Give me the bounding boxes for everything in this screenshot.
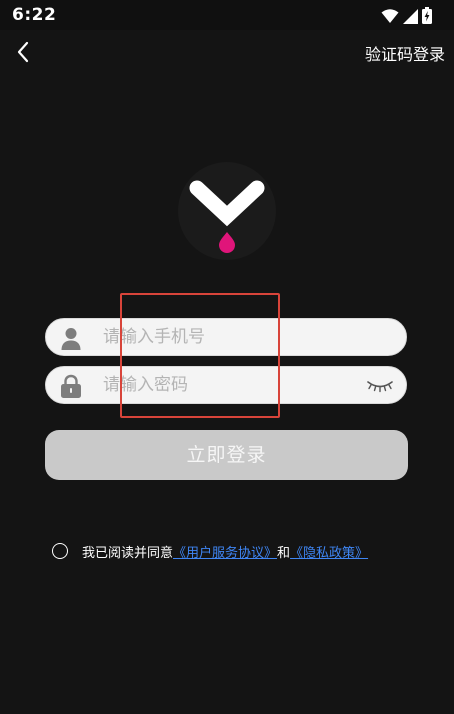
status-time: 6:22 bbox=[12, 5, 57, 25]
phone-input[interactable] bbox=[103, 323, 353, 351]
status-bar: 6:22 bbox=[0, 0, 454, 30]
privacy-policy-link[interactable]: 《隐私政策》 bbox=[290, 542, 368, 561]
login-button[interactable]: 立即登录 bbox=[45, 430, 408, 480]
cellular-signal-icon bbox=[403, 9, 418, 24]
password-field[interactable] bbox=[45, 366, 407, 404]
phone-field[interactable] bbox=[45, 318, 407, 356]
user-icon bbox=[58, 325, 84, 351]
battery-icon bbox=[422, 7, 432, 24]
user-agreement-link[interactable]: 《用户服务协议》 bbox=[173, 542, 277, 561]
agreement-row: 我已阅读并同意 《用户服务协议》 和 《隐私政策》 bbox=[52, 540, 368, 562]
sms-code-login-link[interactable]: 验证码登录 bbox=[365, 41, 445, 65]
agreement-prefix: 我已阅读并同意 bbox=[82, 545, 174, 561]
back-button[interactable] bbox=[12, 38, 36, 66]
agreement-conjunction: 和 bbox=[277, 545, 291, 561]
wifi-icon bbox=[381, 8, 399, 24]
chevron-left-icon bbox=[17, 41, 29, 63]
app-logo bbox=[178, 162, 276, 260]
password-input[interactable] bbox=[103, 371, 353, 399]
lock-icon bbox=[58, 373, 84, 399]
app-logo-icon bbox=[189, 180, 265, 253]
status-icons bbox=[381, 7, 432, 24]
agreement-checkbox[interactable] bbox=[52, 543, 68, 559]
eye-closed-icon[interactable] bbox=[365, 376, 395, 396]
